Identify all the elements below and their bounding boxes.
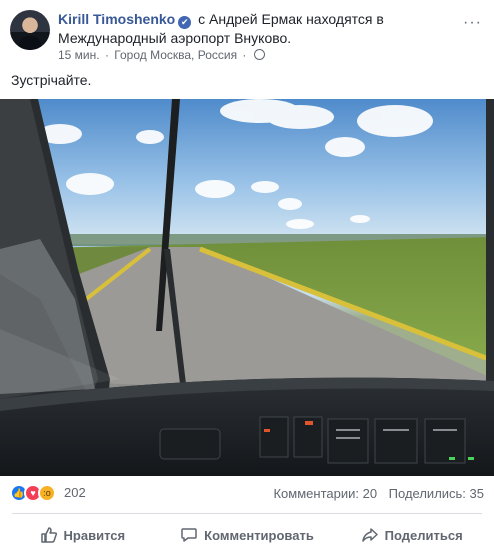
meta-separator: ·: [104, 48, 109, 62]
post-location[interactable]: Город Москва, Россия: [114, 48, 237, 62]
author-name[interactable]: Kirill Timoshenko: [58, 11, 175, 27]
comment-button[interactable]: Комментировать: [165, 518, 330, 552]
wow-icon: :o: [38, 484, 56, 502]
verified-badge-icon: ✔: [178, 16, 192, 29]
divider: [12, 513, 482, 514]
post-stats: Комментарии: 20 Поделились: 35: [273, 486, 484, 501]
comment-label: Комментировать: [204, 527, 314, 543]
reactions-count[interactable]: 202: [64, 485, 86, 500]
meta-separator-2: ·: [242, 48, 247, 62]
post-photo[interactable]: [0, 99, 494, 476]
cockpit-runway-image: [0, 99, 494, 476]
post-text: Зустрічайте.: [11, 72, 92, 88]
action-bar: Нравится Комментировать Поделиться: [0, 518, 494, 552]
share-button[interactable]: Поделиться: [329, 518, 494, 552]
shares-count[interactable]: Поделились: 35: [389, 486, 484, 501]
post-time[interactable]: 15 мин.: [58, 48, 100, 62]
thumbs-up-icon: [40, 527, 57, 543]
post-title: Kirill Timoshenko ✔ с Андрей Ермак находя…: [58, 10, 448, 48]
like-label: Нравится: [63, 527, 126, 543]
like-button[interactable]: Нравится: [0, 518, 165, 552]
more-options-icon[interactable]: ···: [463, 14, 482, 32]
comment-icon: [181, 528, 197, 542]
share-label: Поделиться: [384, 527, 463, 543]
avatar[interactable]: [10, 10, 50, 50]
comments-count[interactable]: Комментарии: 20: [273, 486, 377, 501]
share-icon: [361, 528, 378, 542]
post-header: Kirill Timoshenko ✔ с Андрей Ермак находя…: [0, 0, 494, 68]
globe-icon: [253, 49, 265, 60]
post-meta: 15 мин. · Город Москва, Россия ·: [58, 48, 265, 62]
